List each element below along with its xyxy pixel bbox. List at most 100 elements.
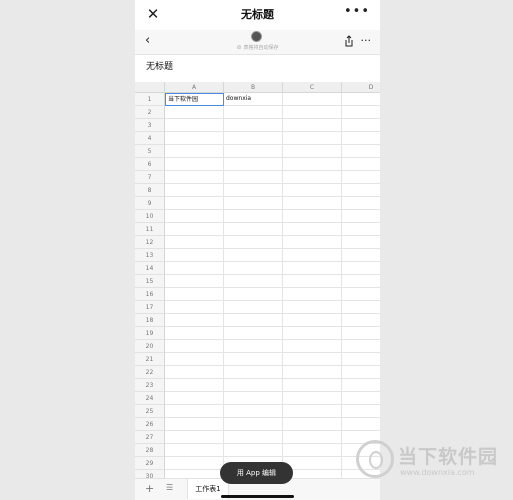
cell-c16[interactable] bbox=[283, 288, 342, 301]
cell-a11[interactable] bbox=[165, 223, 224, 236]
cell-b23[interactable] bbox=[224, 379, 283, 392]
cell-b6[interactable] bbox=[224, 158, 283, 171]
cell-c1[interactable] bbox=[283, 93, 342, 106]
row-header-7[interactable]: 7 bbox=[135, 171, 165, 184]
toolbar-more-icon[interactable]: ··· bbox=[361, 34, 372, 47]
row-header-22[interactable]: 22 bbox=[135, 366, 165, 379]
cell-d14[interactable] bbox=[342, 262, 380, 275]
cell-a23[interactable] bbox=[165, 379, 224, 392]
cell-d21[interactable] bbox=[342, 353, 380, 366]
cell-c28[interactable] bbox=[283, 444, 342, 457]
cell-c25[interactable] bbox=[283, 405, 342, 418]
cell-a13[interactable] bbox=[165, 249, 224, 262]
cell-d24[interactable] bbox=[342, 392, 380, 405]
list-icon[interactable]: ☰ bbox=[166, 483, 173, 492]
cell-d15[interactable] bbox=[342, 275, 380, 288]
row-header-1[interactable]: 1 bbox=[135, 93, 165, 106]
cell-b26[interactable] bbox=[224, 418, 283, 431]
cell-a22[interactable] bbox=[165, 366, 224, 379]
cell-a30[interactable] bbox=[165, 470, 224, 478]
cell-d23[interactable] bbox=[342, 379, 380, 392]
cell-a26[interactable] bbox=[165, 418, 224, 431]
cell-d2[interactable] bbox=[342, 106, 380, 119]
cell-d11[interactable] bbox=[342, 223, 380, 236]
cell-d13[interactable] bbox=[342, 249, 380, 262]
row-header-19[interactable]: 19 bbox=[135, 327, 165, 340]
cell-b24[interactable] bbox=[224, 392, 283, 405]
cell-d7[interactable] bbox=[342, 171, 380, 184]
cell-a3[interactable] bbox=[165, 119, 224, 132]
cell-c9[interactable] bbox=[283, 197, 342, 210]
cell-b22[interactable] bbox=[224, 366, 283, 379]
cell-b20[interactable] bbox=[224, 340, 283, 353]
cell-b10[interactable] bbox=[224, 210, 283, 223]
row-header-9[interactable]: 9 bbox=[135, 197, 165, 210]
cell-a8[interactable] bbox=[165, 184, 224, 197]
cell-b28[interactable] bbox=[224, 444, 283, 457]
row-header-24[interactable]: 24 bbox=[135, 392, 165, 405]
cell-a15[interactable] bbox=[165, 275, 224, 288]
cell-c20[interactable] bbox=[283, 340, 342, 353]
cell-d12[interactable] bbox=[342, 236, 380, 249]
cell-a27[interactable] bbox=[165, 431, 224, 444]
cell-c13[interactable] bbox=[283, 249, 342, 262]
cell-b9[interactable] bbox=[224, 197, 283, 210]
row-header-13[interactable]: 13 bbox=[135, 249, 165, 262]
cell-c14[interactable] bbox=[283, 262, 342, 275]
cell-b21[interactable] bbox=[224, 353, 283, 366]
cell-a24[interactable] bbox=[165, 392, 224, 405]
cell-a1[interactable]: 当下软件园 bbox=[165, 93, 224, 106]
cell-c15[interactable] bbox=[283, 275, 342, 288]
cell-b13[interactable] bbox=[224, 249, 283, 262]
cell-a10[interactable] bbox=[165, 210, 224, 223]
row-header-5[interactable]: 5 bbox=[135, 145, 165, 158]
cell-c12[interactable] bbox=[283, 236, 342, 249]
cell-a5[interactable] bbox=[165, 145, 224, 158]
column-header-d[interactable]: D bbox=[342, 82, 380, 93]
document-title[interactable]: 无标题 bbox=[146, 59, 173, 72]
row-header-28[interactable]: 28 bbox=[135, 444, 165, 457]
cell-a20[interactable] bbox=[165, 340, 224, 353]
cell-b11[interactable] bbox=[224, 223, 283, 236]
cell-b5[interactable] bbox=[224, 145, 283, 158]
cell-c18[interactable] bbox=[283, 314, 342, 327]
cell-d18[interactable] bbox=[342, 314, 380, 327]
cell-a18[interactable] bbox=[165, 314, 224, 327]
cell-a16[interactable] bbox=[165, 288, 224, 301]
row-header-29[interactable]: 29 bbox=[135, 457, 165, 470]
cell-a12[interactable] bbox=[165, 236, 224, 249]
row-header-23[interactable]: 23 bbox=[135, 379, 165, 392]
cell-d19[interactable] bbox=[342, 327, 380, 340]
column-header-c[interactable]: C bbox=[283, 82, 342, 93]
row-header-11[interactable]: 11 bbox=[135, 223, 165, 236]
cell-d4[interactable] bbox=[342, 132, 380, 145]
cell-a6[interactable] bbox=[165, 158, 224, 171]
cell-d16[interactable] bbox=[342, 288, 380, 301]
cell-c3[interactable] bbox=[283, 119, 342, 132]
row-header-12[interactable]: 12 bbox=[135, 236, 165, 249]
cell-c22[interactable] bbox=[283, 366, 342, 379]
cell-b3[interactable] bbox=[224, 119, 283, 132]
row-header-6[interactable]: 6 bbox=[135, 158, 165, 171]
cell-a2[interactable] bbox=[165, 106, 224, 119]
cell-a29[interactable] bbox=[165, 457, 224, 470]
select-all-corner[interactable] bbox=[135, 82, 165, 93]
cell-d22[interactable] bbox=[342, 366, 380, 379]
row-header-3[interactable]: 3 bbox=[135, 119, 165, 132]
cell-c27[interactable] bbox=[283, 431, 342, 444]
row-header-2[interactable]: 2 bbox=[135, 106, 165, 119]
row-header-14[interactable]: 14 bbox=[135, 262, 165, 275]
cell-c26[interactable] bbox=[283, 418, 342, 431]
cell-b2[interactable] bbox=[224, 106, 283, 119]
plus-icon[interactable]: + bbox=[145, 482, 154, 495]
cell-b15[interactable] bbox=[224, 275, 283, 288]
cell-d26[interactable] bbox=[342, 418, 380, 431]
cell-b27[interactable] bbox=[224, 431, 283, 444]
cell-d25[interactable] bbox=[342, 405, 380, 418]
cell-c11[interactable] bbox=[283, 223, 342, 236]
cell-b4[interactable] bbox=[224, 132, 283, 145]
cell-c23[interactable] bbox=[283, 379, 342, 392]
cell-a28[interactable] bbox=[165, 444, 224, 457]
cell-c21[interactable] bbox=[283, 353, 342, 366]
cell-a4[interactable] bbox=[165, 132, 224, 145]
